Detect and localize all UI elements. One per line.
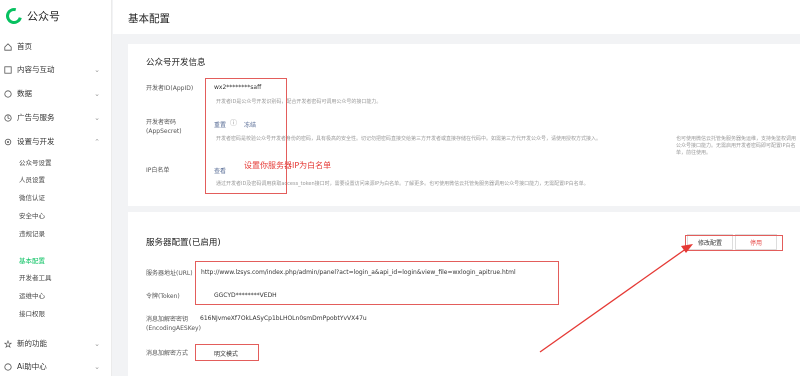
encryption-mode-label: 消息加解密方式 bbox=[146, 350, 189, 357]
server-config-title: 服务器配置(已启用) bbox=[146, 238, 221, 248]
sidebar-item-label: 新的功能 bbox=[17, 339, 47, 348]
chevron-down-icon: ⌄ bbox=[94, 65, 100, 74]
page-header: 基本配置 bbox=[113, 0, 800, 34]
sidebar-item-label: 内容与互动 bbox=[17, 65, 55, 74]
token-label: 令牌(Token) bbox=[146, 293, 180, 300]
secret-description-cloud: 也可使用微信云托管免服务器免运维，支持免鉴权调用公众号接口能力。无需启用开发者密… bbox=[676, 136, 797, 156]
sidebar-subitem-violations[interactable]: 违规记录 bbox=[19, 228, 45, 238]
annotation-box-buttons bbox=[685, 235, 783, 251]
sidebar-item-content[interactable]: 内容与互动 ⌄ bbox=[4, 64, 108, 75]
content-icon bbox=[4, 65, 12, 74]
sidebar-item-label: 首页 bbox=[17, 42, 32, 51]
sidebar-subitem-ops-center[interactable]: 运维中心 bbox=[19, 290, 45, 300]
data-icon bbox=[4, 89, 12, 98]
url-label: 服务器地址(URL) bbox=[146, 270, 193, 277]
settings-icon bbox=[4, 138, 12, 145]
feature-icon bbox=[4, 339, 12, 348]
sidebar-item-ads[interactable]: 广告与服务 ⌄ bbox=[4, 112, 108, 123]
app-name: 公众号 bbox=[27, 10, 60, 23]
sidebar-item-label: 广告与服务 bbox=[17, 113, 55, 122]
sidebar-item-label: Ai助中心 bbox=[17, 362, 47, 371]
annotation-box-mode bbox=[195, 344, 259, 361]
sidebar-subitem-security[interactable]: 安全中心 bbox=[19, 210, 45, 220]
sidebar-item-label: 设置与开发 bbox=[17, 137, 55, 146]
sidebar-item-label: 数据 bbox=[17, 89, 32, 98]
sidebar-item-home[interactable]: 首页 bbox=[4, 41, 108, 52]
sidebar-item-settings[interactable]: 设置与开发 ⌃ bbox=[4, 136, 108, 147]
annotation-box-dev-info bbox=[205, 78, 287, 194]
sidebar-subitem-api-permissions[interactable]: 接口权限 bbox=[19, 308, 45, 318]
sidebar-subitem-dev-tools[interactable]: 开发者工具 bbox=[19, 272, 52, 282]
chevron-down-icon: ⌄ bbox=[94, 113, 100, 122]
help-icon bbox=[4, 362, 12, 371]
ad-icon bbox=[4, 113, 12, 122]
sidebar: 公众号 首页 内容与互动 ⌄ 数据 ⌄ 广告与服务 ⌄ 设置与开发 ⌃ 公众号设… bbox=[0, 0, 112, 376]
wechat-mp-logo-icon bbox=[3, 5, 25, 27]
annotation-box-url-token bbox=[195, 261, 559, 305]
chevron-down-icon: ⌄ bbox=[94, 89, 100, 98]
app-logo[interactable]: 公众号 bbox=[3, 5, 60, 27]
chevron-down-icon: ⌄ bbox=[94, 339, 100, 348]
aes-key-value: 616NJvmeXf7OkLASyCp1bLHOLn0smDmPpobtYvVX… bbox=[200, 315, 367, 322]
sidebar-item-data[interactable]: 数据 ⌄ bbox=[4, 88, 108, 99]
sidebar-subitem-verification[interactable]: 微信认证 bbox=[19, 192, 45, 202]
chevron-down-icon: ⌄ bbox=[94, 362, 100, 371]
secret-label: 开发者密码(AppSecret) bbox=[146, 119, 182, 135]
appid-label: 开发者ID(AppID) bbox=[146, 85, 194, 92]
dev-info-title: 公众号开发信息 bbox=[146, 58, 206, 68]
home-icon bbox=[4, 42, 12, 51]
page-title: 基本配置 bbox=[128, 13, 170, 25]
sidebar-item-help-center[interactable]: Ai助中心 ⌄ bbox=[4, 361, 108, 372]
sidebar-subitem-basic-config[interactable]: 基本配置 bbox=[19, 255, 45, 265]
sidebar-subitem-people[interactable]: 人员设置 bbox=[19, 174, 45, 184]
sidebar-subitem-account-settings[interactable]: 公众号设置 bbox=[19, 157, 52, 167]
sidebar-item-new-features[interactable]: 新的功能 ⌄ bbox=[4, 338, 108, 349]
ip-whitelist-label: IP白名单 bbox=[146, 167, 170, 174]
chevron-up-icon: ⌃ bbox=[94, 137, 100, 146]
